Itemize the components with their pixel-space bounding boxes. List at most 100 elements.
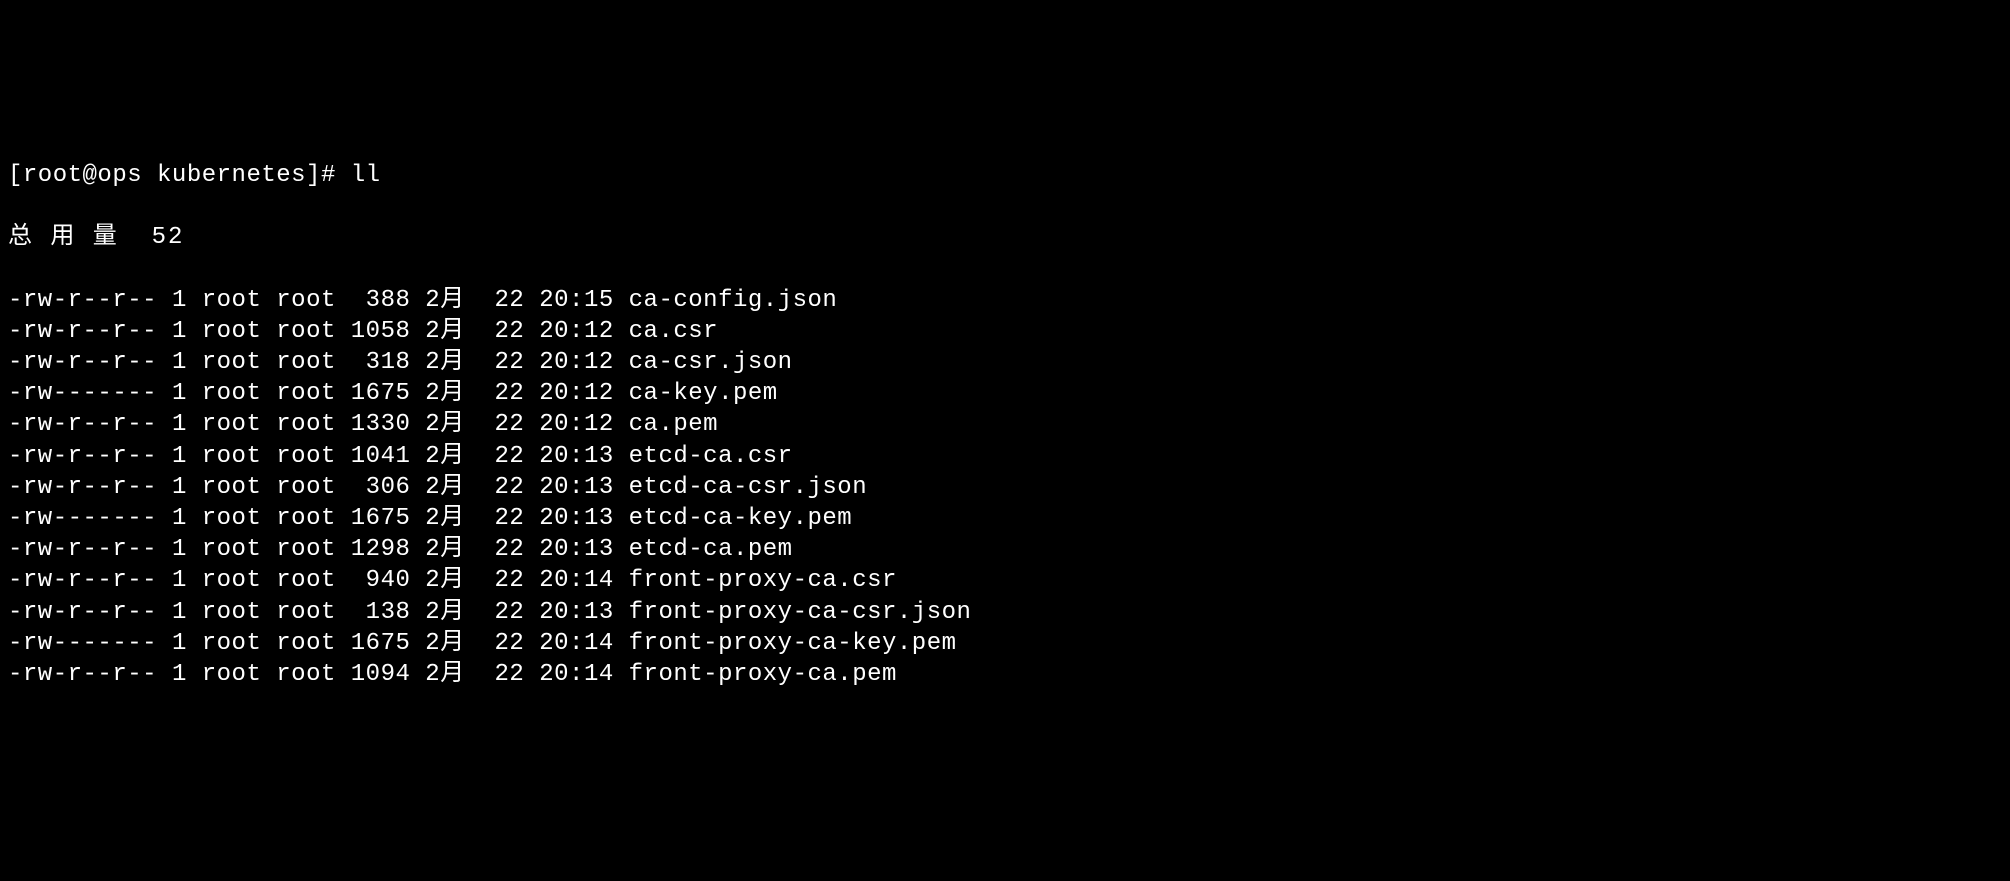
file-group: root <box>276 505 336 532</box>
file-owner: root <box>202 411 262 438</box>
file-day: 22 <box>495 443 525 470</box>
file-size: 388 <box>351 287 411 314</box>
file-row: -rw-r--r-- 1 root root 138 2月 22 20:13 f… <box>8 597 2002 628</box>
total-label: 总 用 量 <box>8 224 119 251</box>
file-row: -rw------- 1 root root 1675 2月 22 20:14 … <box>8 628 2002 659</box>
file-size: 138 <box>351 599 411 626</box>
file-links: 1 <box>172 599 187 626</box>
file-owner: root <box>202 536 262 563</box>
file-size: 940 <box>351 567 411 594</box>
file-day: 22 <box>495 536 525 563</box>
file-name: ca.csr <box>629 318 718 345</box>
file-day: 22 <box>495 318 525 345</box>
file-name: etcd-ca-csr.json <box>629 474 867 501</box>
file-links: 1 <box>172 630 187 657</box>
file-time: 20:12 <box>539 380 614 407</box>
file-day: 22 <box>495 599 525 626</box>
file-name: front-proxy-ca.csr <box>629 567 897 594</box>
file-perms: -rw------- <box>8 630 157 657</box>
file-month: 2月 <box>425 349 464 376</box>
file-month: 2月 <box>425 599 464 626</box>
file-links: 1 <box>172 567 187 594</box>
file-listing: -rw-r--r-- 1 root root 388 2月 22 20:15 c… <box>8 285 2002 690</box>
file-day: 22 <box>495 505 525 532</box>
file-day: 22 <box>495 411 525 438</box>
file-links: 1 <box>172 536 187 563</box>
file-size: 1041 <box>351 443 411 470</box>
file-owner: root <box>202 349 262 376</box>
file-perms: -rw------- <box>8 505 157 532</box>
file-owner: root <box>202 567 262 594</box>
file-perms: -rw-r--r-- <box>8 474 157 501</box>
file-owner: root <box>202 443 262 470</box>
file-size: 1298 <box>351 536 411 563</box>
file-links: 1 <box>172 287 187 314</box>
file-perms: -rw-r--r-- <box>8 411 157 438</box>
file-month: 2月 <box>425 318 464 345</box>
file-perms: -rw------- <box>8 380 157 407</box>
file-perms: -rw-r--r-- <box>8 287 157 314</box>
total-line: 总 用 量 52 <box>8 222 2002 253</box>
terminal-output: [root@ops kubernetes]# ll 总 用 量 52 -rw-r… <box>8 129 2002 722</box>
file-day: 22 <box>495 474 525 501</box>
file-month: 2月 <box>425 661 464 688</box>
file-group: root <box>276 318 336 345</box>
file-name: etcd-ca.csr <box>629 443 793 470</box>
file-month: 2月 <box>425 567 464 594</box>
file-owner: root <box>202 380 262 407</box>
file-row: -rw-r--r-- 1 root root 1058 2月 22 20:12 … <box>8 316 2002 347</box>
file-perms: -rw-r--r-- <box>8 443 157 470</box>
file-size: 1675 <box>351 630 411 657</box>
file-size: 1094 <box>351 661 411 688</box>
file-owner: root <box>202 505 262 532</box>
file-name: front-proxy-ca.pem <box>629 661 897 688</box>
file-name: ca-csr.json <box>629 349 793 376</box>
file-time: 20:14 <box>539 661 614 688</box>
file-size: 1675 <box>351 380 411 407</box>
file-links: 1 <box>172 411 187 438</box>
file-name: ca-key.pem <box>629 380 778 407</box>
file-owner: root <box>202 318 262 345</box>
file-perms: -rw-r--r-- <box>8 536 157 563</box>
shell-prompt[interactable]: [root@ops kubernetes]# ll <box>8 160 2002 191</box>
file-name: etcd-ca.pem <box>629 536 793 563</box>
file-day: 22 <box>495 287 525 314</box>
file-row: -rw-r--r-- 1 root root 940 2月 22 20:14 f… <box>8 565 2002 596</box>
file-group: root <box>276 599 336 626</box>
file-links: 1 <box>172 661 187 688</box>
file-month: 2月 <box>425 380 464 407</box>
file-time: 20:15 <box>539 287 614 314</box>
file-time: 20:13 <box>539 474 614 501</box>
file-time: 20:14 <box>539 630 614 657</box>
file-month: 2月 <box>425 505 464 532</box>
file-time: 20:13 <box>539 536 614 563</box>
file-month: 2月 <box>425 443 464 470</box>
file-time: 20:14 <box>539 567 614 594</box>
file-size: 1675 <box>351 505 411 532</box>
file-group: root <box>276 536 336 563</box>
prompt-text: [root@ops kubernetes]# ll <box>8 162 381 189</box>
file-perms: -rw-r--r-- <box>8 661 157 688</box>
file-time: 20:13 <box>539 599 614 626</box>
file-month: 2月 <box>425 630 464 657</box>
file-links: 1 <box>172 443 187 470</box>
file-size: 1058 <box>351 318 411 345</box>
file-links: 1 <box>172 318 187 345</box>
file-time: 20:13 <box>539 505 614 532</box>
file-size: 318 <box>351 349 411 376</box>
file-row: -rw-r--r-- 1 root root 318 2月 22 20:12 c… <box>8 347 2002 378</box>
file-name: front-proxy-ca-csr.json <box>629 599 972 626</box>
file-group: root <box>276 661 336 688</box>
file-owner: root <box>202 599 262 626</box>
file-owner: root <box>202 661 262 688</box>
file-group: root <box>276 349 336 376</box>
file-size: 1330 <box>351 411 411 438</box>
file-row: -rw-r--r-- 1 root root 1094 2月 22 20:14 … <box>8 659 2002 690</box>
file-owner: root <box>202 630 262 657</box>
file-row: -rw-r--r-- 1 root root 388 2月 22 20:15 c… <box>8 285 2002 316</box>
file-group: root <box>276 567 336 594</box>
file-perms: -rw-r--r-- <box>8 318 157 345</box>
file-group: root <box>276 380 336 407</box>
file-time: 20:12 <box>539 411 614 438</box>
file-month: 2月 <box>425 411 464 438</box>
